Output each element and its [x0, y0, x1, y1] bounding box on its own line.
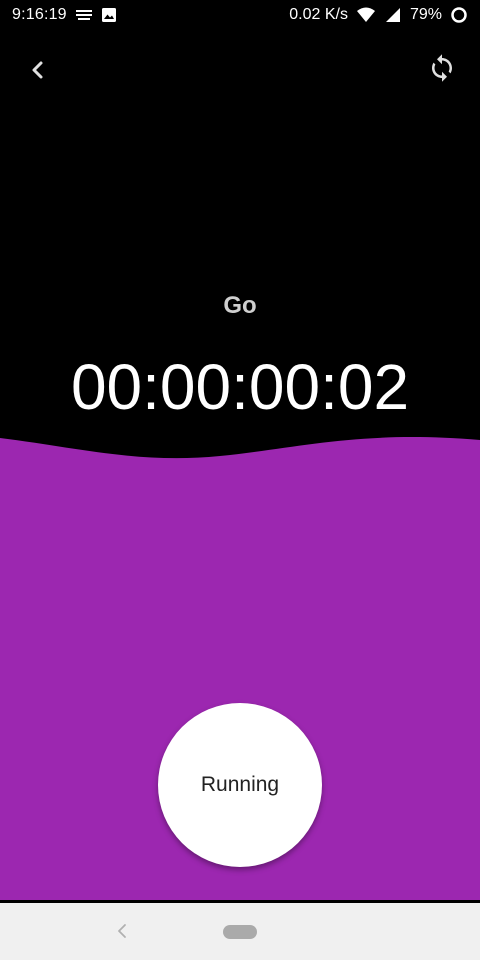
battery-percent: 79%: [409, 6, 442, 23]
status-bar: 9:16:19 0.02 K/s 79%: [0, 0, 480, 30]
timer-display: 00:00:00:02: [70, 351, 410, 423]
image-icon: [101, 7, 117, 23]
running-button-label: Running: [200, 773, 280, 796]
top-bar: [0, 40, 480, 100]
chevron-left-icon: [32, 61, 43, 79]
status-right: 0.02 K/s 79%: [289, 6, 468, 24]
screen: 9:16:19 0.02 K/s 79% Go 00:00:00:02 Runn…: [0, 0, 480, 960]
sim-icon: [75, 8, 93, 22]
timer-title: Go: [223, 292, 257, 319]
running-button[interactable]: Running: [158, 703, 322, 867]
nav-back-icon: [118, 924, 126, 938]
status-left: 9:16:19: [12, 6, 117, 24]
wifi-icon: [356, 7, 376, 23]
nav-home-button[interactable]: [223, 925, 257, 939]
status-time: 9:16:19: [12, 6, 67, 23]
nav-back-button[interactable]: [112, 921, 132, 941]
navigation-bar: [0, 903, 480, 960]
net-speed: 0.02 K/s: [289, 6, 348, 23]
refresh-icon: [432, 54, 452, 82]
refresh-button[interactable]: [422, 48, 462, 88]
signal-icon: [384, 7, 402, 23]
back-button[interactable]: [18, 50, 58, 90]
battery-ring-icon: [450, 6, 468, 24]
